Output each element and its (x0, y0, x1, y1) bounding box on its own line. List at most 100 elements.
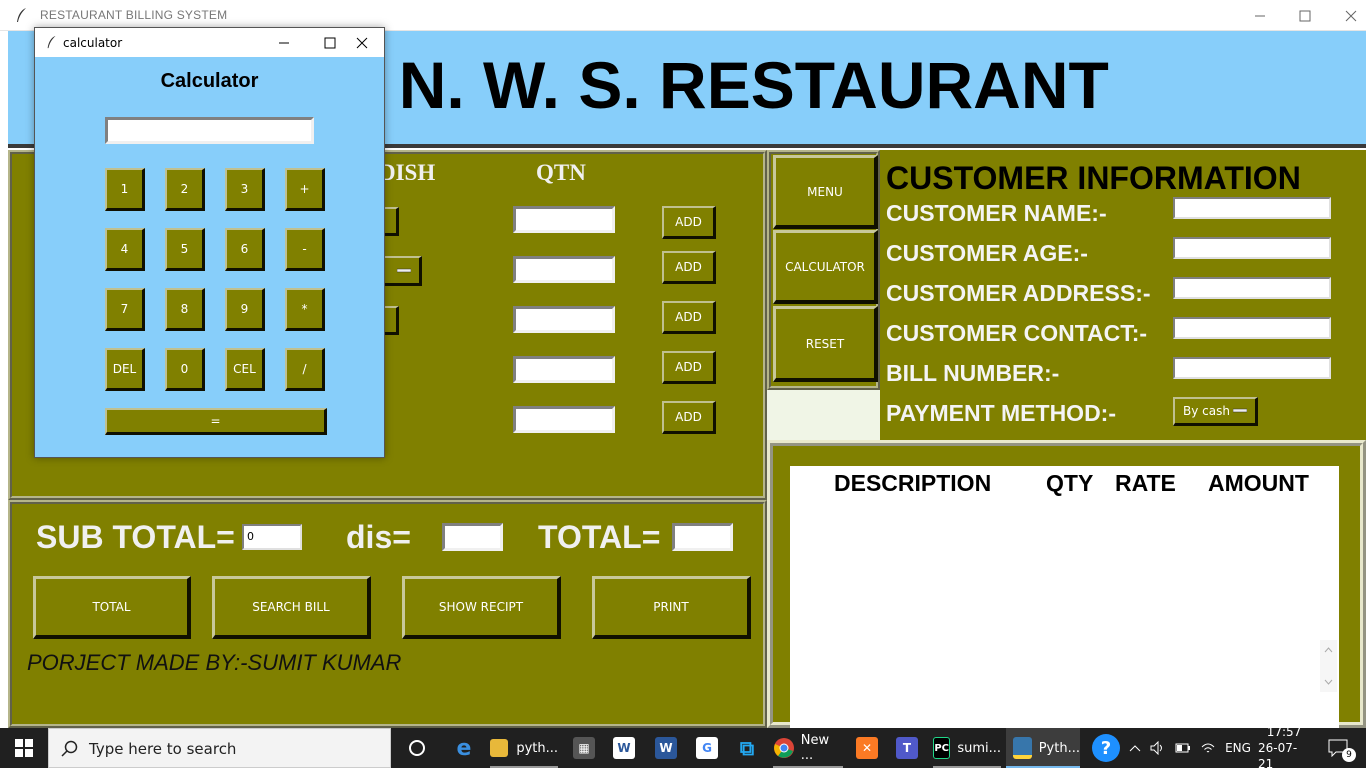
windows-icon (15, 739, 33, 757)
taskbar-search[interactable]: Type here to search (48, 728, 391, 768)
customer-info-heading: CUSTOMER INFORMATION (886, 160, 1301, 196)
calc-key-5[interactable]: 5 (165, 228, 205, 271)
xampp-icon: ✕ (856, 737, 878, 759)
network-tray[interactable] (1198, 728, 1218, 768)
equals-button[interactable]: = (105, 408, 327, 435)
clock[interactable]: 17:57 26-07-21 (1258, 725, 1310, 771)
calculator-close-button[interactable] (339, 28, 385, 57)
chevron-up-icon (1129, 745, 1141, 752)
taskbar-google[interactable]: G (693, 728, 721, 768)
subtotal-input[interactable]: 0 (242, 524, 302, 550)
clock-date: 26-07-21 (1258, 741, 1298, 771)
qtn-input-1[interactable] (513, 206, 615, 233)
receipt-textarea[interactable] (790, 466, 1339, 728)
add-button-1[interactable]: ADD (662, 206, 716, 239)
tk-feather-icon (47, 35, 56, 49)
help-icon: ? (1092, 734, 1120, 762)
calc-key-0[interactable]: 0 (165, 348, 205, 391)
volume-tray[interactable] (1148, 728, 1168, 768)
start-button[interactable] (0, 728, 48, 768)
battery-icon (1175, 743, 1190, 753)
payment-method-value: By cash (1183, 404, 1230, 418)
task-view-button[interactable] (403, 728, 431, 768)
qtn-input-3[interactable] (513, 306, 615, 333)
subtotal-label: SUB TOTAL= (36, 519, 235, 555)
bill-number-label: BILL NUMBER:- (886, 360, 1060, 386)
discount-input[interactable] (442, 523, 503, 551)
taskbar-pycharm[interactable]: PC sumi... (933, 728, 1001, 768)
add-button-5[interactable]: ADD (662, 401, 716, 434)
taskbar-file-explorer[interactable]: pyth... (490, 728, 558, 768)
total-input[interactable] (672, 523, 733, 551)
restaurant-title: S. N. W. S. RESTAURANT (318, 48, 1109, 122)
chrome-icon (774, 738, 794, 758)
calc-key-multiply[interactable]: * (285, 288, 325, 331)
customer-address-input[interactable] (1173, 277, 1331, 299)
dropdown-indicator-icon (397, 268, 411, 272)
taskbar-store[interactable]: ▦ (570, 728, 598, 768)
receipt-scrollbar[interactable] (1320, 640, 1337, 692)
battery-tray[interactable] (1173, 728, 1193, 768)
calc-key-4[interactable]: 4 (105, 228, 145, 271)
calculator-heading: Calculator (160, 70, 259, 92)
calc-key-cel[interactable]: CEL (225, 348, 265, 391)
calc-key-2[interactable]: 2 (165, 168, 205, 211)
calc-key-del[interactable]: DEL (105, 348, 145, 391)
taskbar-teams[interactable]: T (893, 728, 921, 768)
close-button[interactable] (1328, 0, 1366, 31)
calc-key-3[interactable]: 3 (225, 168, 265, 211)
task-view-icon (409, 740, 425, 756)
show-recipt-button[interactable]: SHOW RECIPT (402, 576, 561, 639)
calculator-minimize-button[interactable] (261, 28, 307, 57)
add-button-2[interactable]: ADD (662, 251, 716, 284)
qtn-input-4[interactable] (513, 356, 615, 383)
taskbar-vscode[interactable]: ⧉ (733, 728, 761, 768)
taskbar-python[interactable]: Pyth... (1006, 728, 1080, 768)
calculator-titlebar: calculator (35, 28, 384, 57)
calculator-button[interactable]: CALCULATOR (773, 230, 878, 304)
total-label: TOTAL= (538, 519, 661, 555)
taskbar-xampp[interactable]: ✕ (853, 728, 881, 768)
blank-area (767, 390, 880, 440)
minimize-button[interactable] (1237, 0, 1283, 31)
calc-key-1[interactable]: 1 (105, 168, 145, 211)
search-bill-button[interactable]: SEARCH BILL (212, 576, 371, 639)
tray-overflow[interactable] (1127, 728, 1143, 768)
bill-number-input[interactable] (1173, 357, 1331, 379)
dish-header: DISH (379, 160, 436, 185)
menu-button[interactable]: MENU (773, 155, 878, 229)
help-button[interactable]: ? (1091, 728, 1121, 768)
reset-button[interactable]: RESET (773, 306, 878, 382)
total-button[interactable]: TOTAL (33, 576, 191, 639)
taskbar-word[interactable]: W (652, 728, 680, 768)
taskbar-edge[interactable]: e (450, 728, 478, 768)
language-indicator[interactable]: ENG (1224, 728, 1252, 768)
customer-contact-input[interactable] (1173, 317, 1331, 339)
calc-key-divide[interactable]: / (285, 348, 325, 391)
taskbar-wordpad[interactable]: W (610, 728, 638, 768)
maximize-button[interactable] (1282, 0, 1328, 31)
customer-name-label: CUSTOMER NAME:- (886, 200, 1107, 226)
customer-name-input[interactable] (1173, 197, 1331, 219)
calc-key-9[interactable]: 9 (225, 288, 265, 331)
calculator-display[interactable] (105, 117, 314, 144)
print-button[interactable]: PRINT (592, 576, 751, 639)
notification-button[interactable]: 9 (1318, 728, 1358, 768)
add-button-3[interactable]: ADD (662, 301, 716, 334)
calc-key-7[interactable]: 7 (105, 288, 145, 331)
qtn-input-5[interactable] (513, 406, 615, 433)
qtn-input-2[interactable] (513, 256, 615, 283)
calc-key-8[interactable]: 8 (165, 288, 205, 331)
calc-key-6[interactable]: 6 (225, 228, 265, 271)
payment-method-dropdown[interactable]: By cash (1173, 397, 1258, 426)
qtn-header: QTN (536, 160, 586, 185)
customer-age-input[interactable] (1173, 237, 1331, 259)
taskbar: Type here to search e pyth... ▦ W W G ⧉ … (0, 725, 1366, 771)
dish-dropdown-2[interactable] (380, 256, 422, 286)
calc-key-plus[interactable]: + (285, 168, 325, 211)
add-button-4[interactable]: ADD (662, 351, 716, 384)
taskbar-chrome[interactable]: New ... (773, 728, 843, 768)
clock-time: 17:57 (1266, 725, 1302, 739)
calc-key-minus[interactable]: - (285, 228, 325, 271)
edge-icon: e (456, 735, 472, 761)
